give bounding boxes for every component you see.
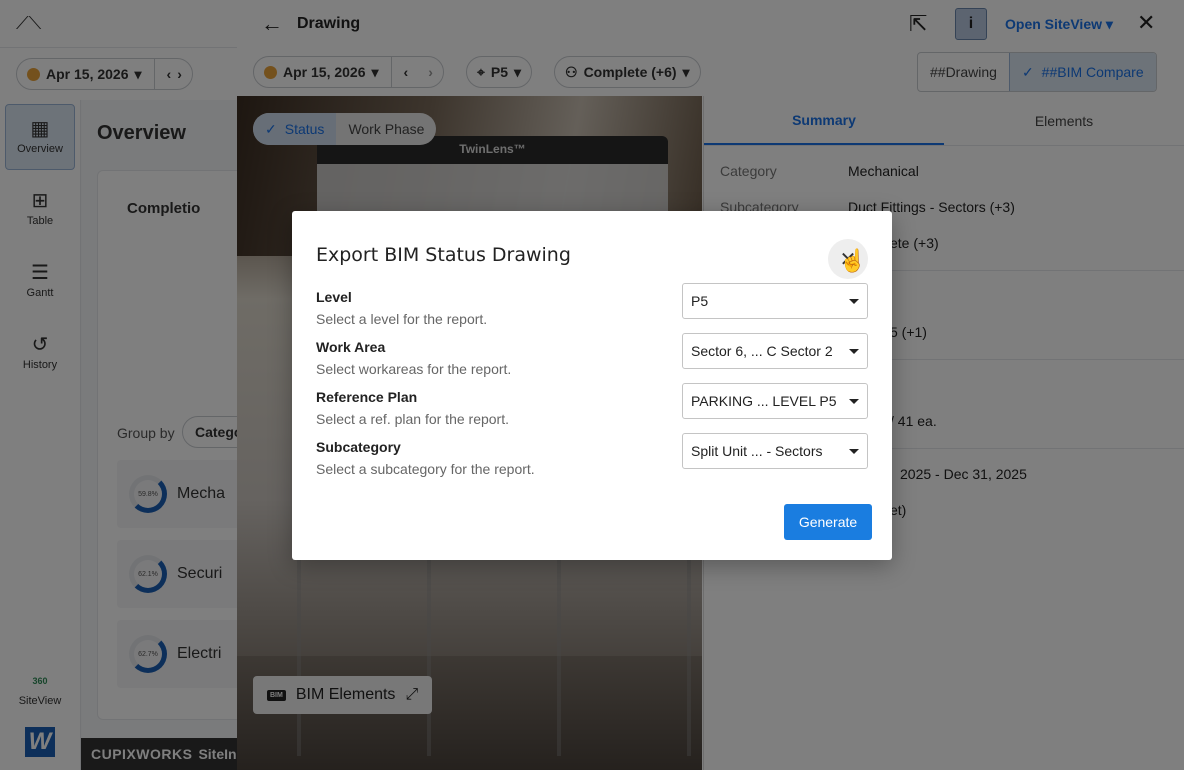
reference-plan-field: Reference Plan Select a ref. plan for th… (316, 383, 868, 429)
field-label: Reference Plan (316, 389, 418, 405)
subcategory-select[interactable]: Split Unit ... - Sectors (682, 433, 868, 469)
field-help: Select a subcategory for the report. (316, 461, 535, 477)
work-area-select[interactable]: Sector 6, ... C Sector 2 (682, 333, 868, 369)
generate-button[interactable]: Generate (784, 504, 872, 540)
select-value: PARKING ... LEVEL P5 (691, 393, 837, 409)
dialog-title: Export BIM Status Drawing (316, 244, 571, 266)
select-value: Sector 6, ... C Sector 2 (691, 343, 833, 359)
level-select[interactable]: P5 (682, 283, 868, 319)
field-help: Select a ref. plan for the report. (316, 411, 509, 427)
hand-pointer-icon: ☝ (839, 248, 867, 273)
field-label: Level (316, 289, 352, 305)
select-value: P5 (691, 293, 709, 309)
field-help: Select workareas for the report. (316, 361, 512, 377)
work-area-field: Work Area Select workareas for the repor… (316, 333, 868, 379)
subcategory-field: Subcategory Select a subcategory for the… (316, 433, 868, 479)
caret-down-icon (849, 348, 859, 354)
field-label: Work Area (316, 339, 386, 355)
caret-down-icon (849, 398, 859, 404)
export-dialog: Export BIM Status Drawing ✕ ☝ Level Sele… (292, 211, 892, 560)
caret-down-icon (849, 298, 859, 304)
caret-down-icon (849, 448, 859, 454)
field-help: Select a level for the report. (316, 311, 488, 327)
field-label: Subcategory (316, 439, 401, 455)
select-value: Split Unit ... - Sectors (691, 443, 823, 459)
reference-plan-select[interactable]: PARKING ... LEVEL P5 (682, 383, 868, 419)
level-field: Level Select a level for the report. P5 (316, 283, 868, 329)
